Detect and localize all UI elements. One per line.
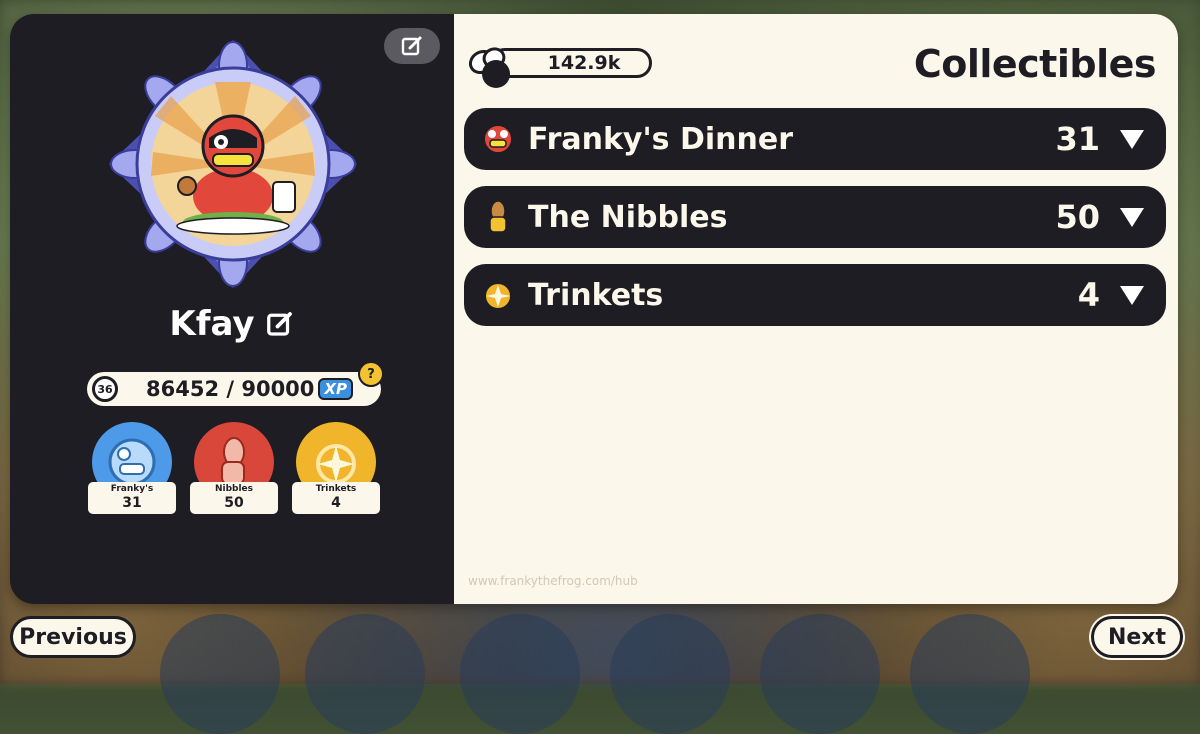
category-name: Franky's Dinner (528, 121, 794, 157)
stat-label: Trinkets 4 (292, 482, 380, 514)
bottom-slot (305, 614, 425, 734)
next-button[interactable]: Next (1091, 616, 1183, 658)
stat-name: Nibbles (214, 484, 254, 494)
stat-label: Franky's 31 (88, 482, 176, 514)
sparkle-icon (478, 275, 518, 315)
profile-medal-icon (109, 40, 357, 288)
stat-count: 4 (331, 495, 341, 511)
frog-face-icon (478, 119, 518, 159)
previous-button[interactable]: Previous (10, 616, 136, 658)
bottom-slot (910, 614, 1030, 734)
edit-profile-button[interactable] (384, 28, 440, 64)
profile-panel: Kfay 36 86452 / 90000 XP ? Franky's 31 N… (10, 14, 454, 604)
xp-icon: XP (318, 378, 353, 400)
page-title: Collectibles (913, 42, 1157, 86)
fly-coin-icon (468, 47, 510, 88)
level-badge: 36 (92, 376, 118, 402)
chevron-down-icon[interactable] (1118, 281, 1146, 309)
bottom-slot (610, 614, 730, 734)
footer-url: www.frankythefrog.com/hub (468, 574, 638, 588)
bottom-slot (460, 614, 580, 734)
username-row: Kfay (10, 304, 454, 344)
bottom-slot (760, 614, 880, 734)
category-trinkets[interactable]: Trinkets 4 (464, 264, 1166, 326)
category-frankys-dinner[interactable]: Franky's Dinner 31 (464, 108, 1166, 170)
profile-card: Kfay 36 86452 / 90000 XP ? Franky's 31 N… (10, 14, 1178, 604)
thumbs-up-icon (478, 197, 518, 237)
chevron-down-icon[interactable] (1118, 125, 1146, 153)
category-count: 50 (1055, 198, 1100, 236)
stat-name: Franky's (110, 484, 154, 494)
category-the-nibbles[interactable]: The Nibbles 50 (464, 186, 1166, 248)
stat-frankys[interactable]: Franky's 31 (88, 422, 176, 514)
category-count: 31 (1055, 120, 1100, 158)
stat-name: Trinkets (315, 484, 357, 494)
stat-trinkets[interactable]: Trinkets 4 (292, 422, 380, 514)
edit-icon (401, 36, 422, 56)
username: Kfay (169, 304, 255, 344)
help-icon[interactable]: ? (358, 361, 384, 387)
category-name: Trinkets (528, 277, 664, 313)
collectibles-panel: 142.9k Collectibles Franky's Dinner 31 T… (454, 14, 1178, 604)
category-count: 4 (1077, 276, 1100, 314)
xp-progress-bar: 36 86452 / 90000 XP (87, 372, 381, 406)
stat-count: 31 (122, 495, 142, 511)
stat-label: Nibbles 50 (190, 482, 278, 514)
category-name: The Nibbles (528, 199, 728, 235)
stat-nibbles[interactable]: Nibbles 50 (190, 422, 278, 514)
bottom-slot (160, 614, 280, 734)
edit-username-icon[interactable] (265, 309, 295, 339)
currency-display: 142.9k (466, 46, 656, 88)
xp-value: 86452 / 90000 (146, 377, 315, 401)
stat-count: 50 (224, 495, 244, 511)
chevron-down-icon[interactable] (1118, 203, 1146, 231)
